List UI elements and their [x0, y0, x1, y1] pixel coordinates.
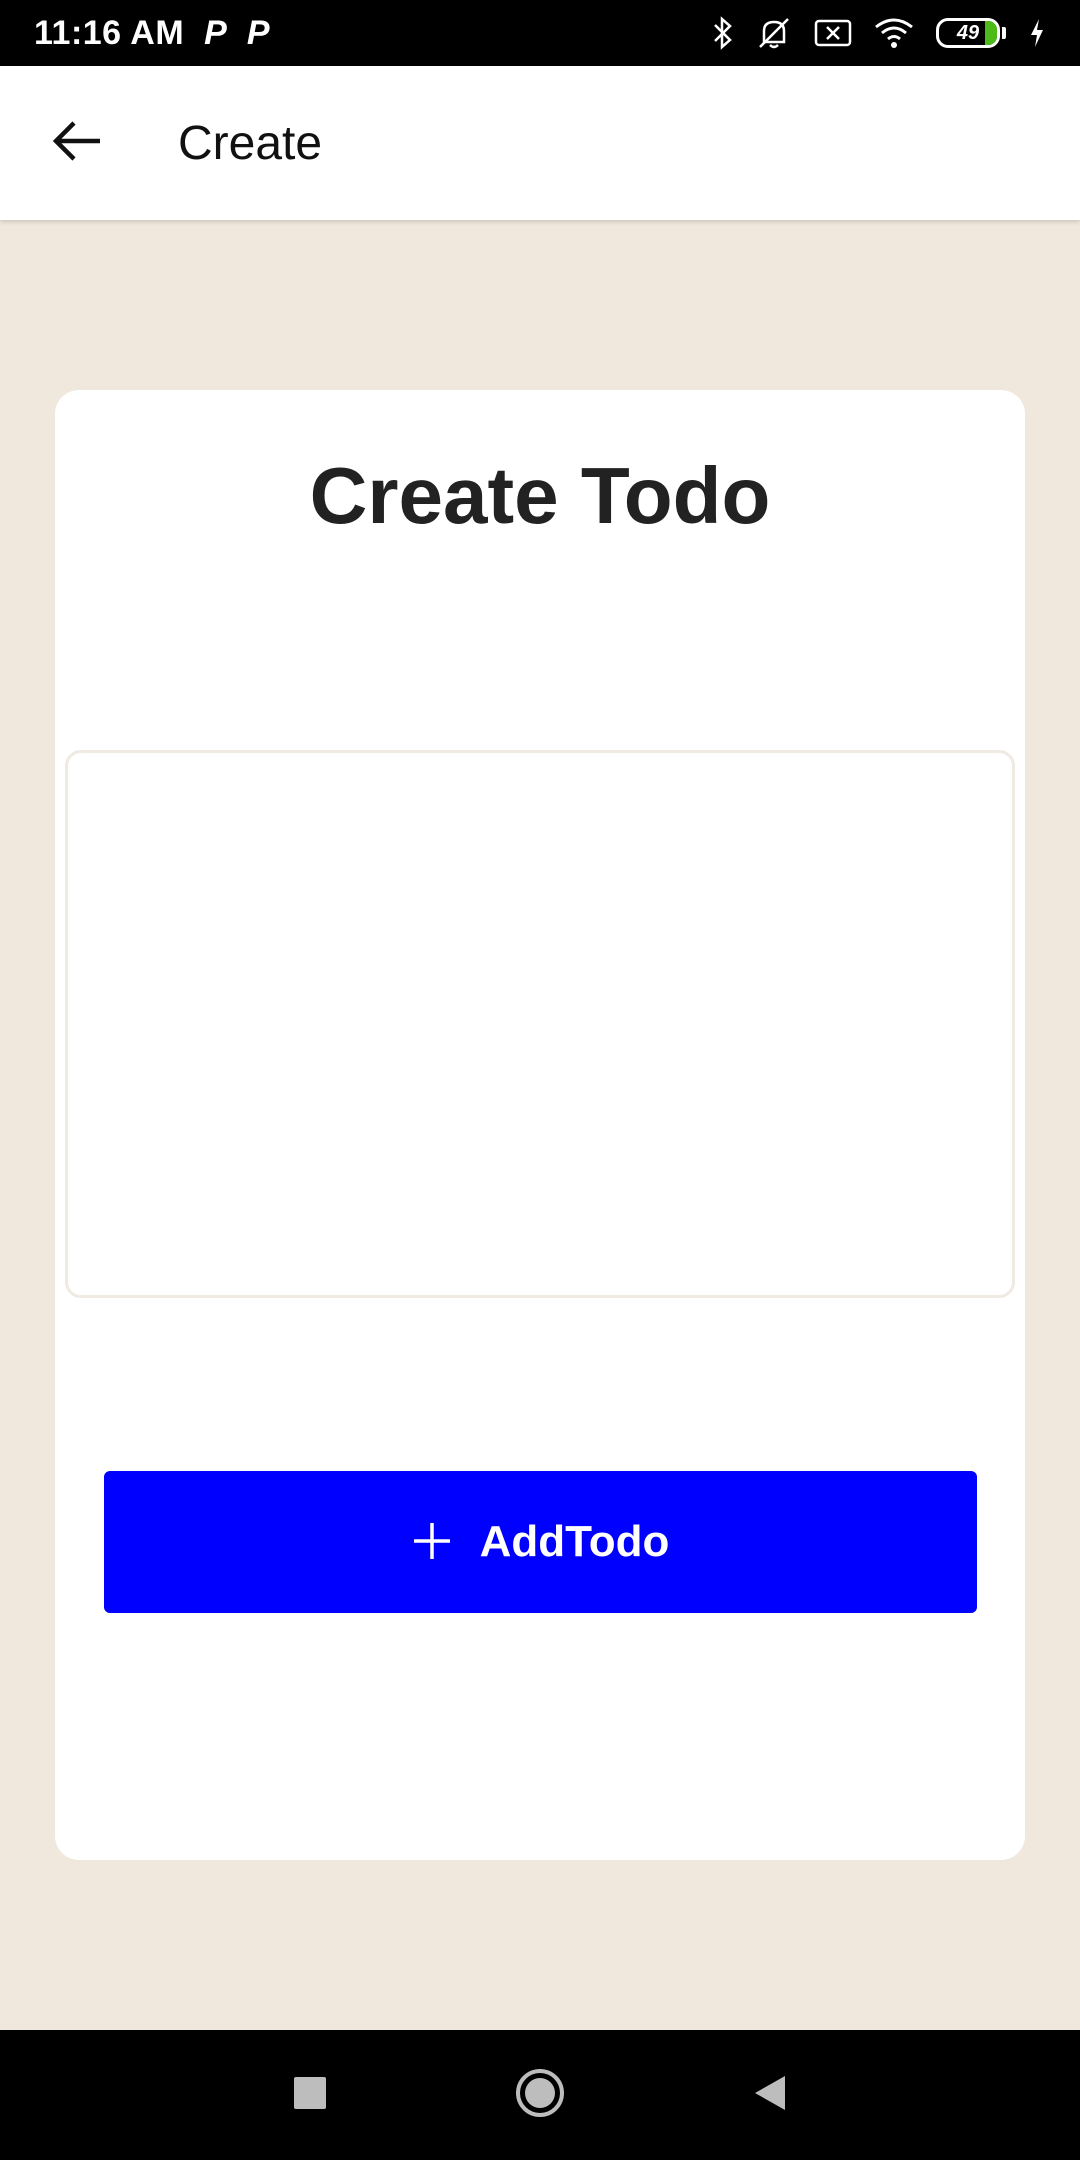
recents-button[interactable] — [270, 2055, 350, 2135]
arrow-left-icon — [52, 119, 104, 168]
battery-level: 49 — [956, 21, 980, 44]
home-button[interactable] — [500, 2055, 580, 2135]
card-heading: Create Todo — [309, 451, 771, 540]
sim-x-icon — [814, 18, 852, 48]
wifi-icon — [874, 17, 914, 49]
battery-body: 49 — [936, 18, 1000, 48]
nav-back-button[interactable] — [730, 2055, 810, 2135]
back-button[interactable] — [18, 83, 138, 203]
bell-muted-icon — [756, 16, 792, 50]
status-bar: 11:16 AM P P 49 — [0, 0, 1080, 66]
recents-icon — [293, 2076, 327, 2115]
system-nav-bar — [0, 2030, 1080, 2160]
notification-p-icon: P — [204, 13, 227, 52]
battery-icon: 49 — [936, 17, 1006, 49]
home-icon — [514, 2067, 566, 2124]
plus-icon — [412, 1521, 452, 1564]
todo-text-input[interactable] — [65, 750, 1015, 1298]
add-todo-button[interactable]: AddTodo — [104, 1471, 977, 1613]
charging-icon — [1028, 17, 1046, 49]
create-todo-card: Create Todo AddTodo — [55, 390, 1025, 1860]
status-right: 49 — [712, 16, 1046, 50]
battery-fill — [985, 21, 997, 45]
battery-tip — [1002, 27, 1006, 39]
status-left: 11:16 AM P P — [34, 14, 270, 53]
notification-p-icon: P — [246, 13, 270, 52]
app-bar-title: Create — [178, 116, 323, 170]
app-bar: Create — [0, 66, 1080, 220]
bluetooth-icon — [712, 16, 734, 50]
back-triangle-icon — [753, 2074, 787, 2117]
status-time: 11:16 AM — [34, 13, 185, 52]
add-todo-label: AddTodo — [479, 1517, 670, 1566]
